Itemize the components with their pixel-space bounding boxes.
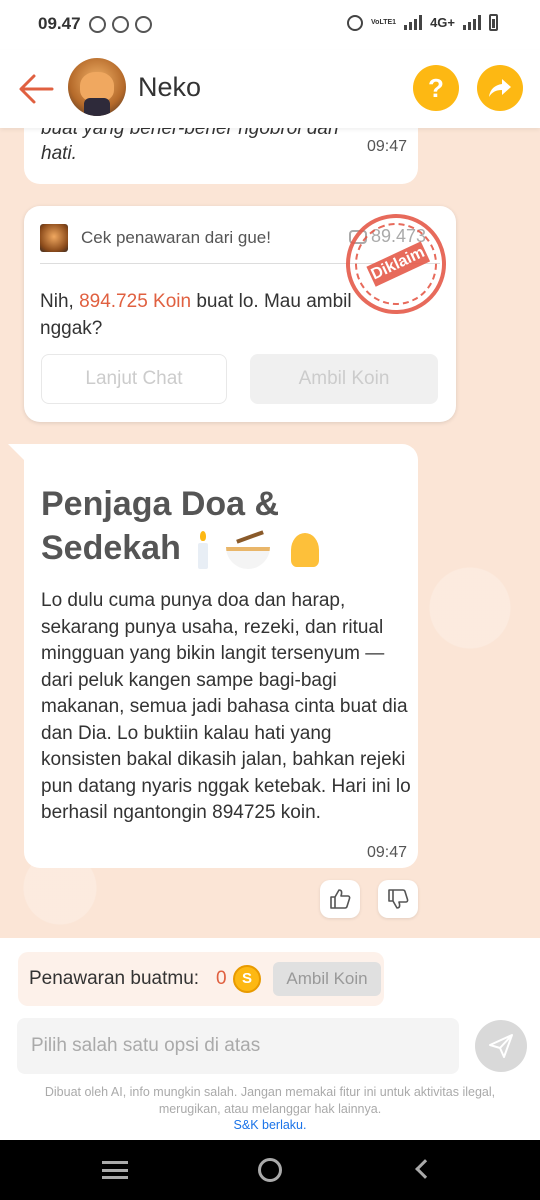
terms-link[interactable]: S&K berlaku.	[0, 1118, 540, 1132]
back-nav-icon[interactable]	[415, 1159, 435, 1179]
back-arrow-icon	[19, 74, 54, 104]
send-icon	[489, 1034, 513, 1058]
back-button[interactable]	[18, 72, 54, 106]
page-title: Neko	[138, 72, 202, 102]
chat-area[interactable]: buat yang bener-bener ngobrol dari hati.…	[0, 128, 540, 938]
praying-hands-icon	[285, 531, 325, 569]
offer-bar-count: 0	[216, 968, 227, 989]
status-bar: 09.47 VoLTE1 4G+	[0, 0, 540, 50]
whatsapp-icon	[89, 16, 106, 33]
message-title: Penjaga Doa & Sedekah	[41, 482, 381, 570]
thumbs-down-icon	[388, 889, 409, 909]
ai-disclaimer: Dibuat oleh AI, info mungkin salah. Jang…	[44, 1085, 496, 1116]
help-button[interactable]: ?	[413, 65, 459, 111]
offer-amount: 894.725 Koin	[79, 291, 192, 312]
offer-bar-take-button[interactable]: Ambil Koin	[273, 962, 381, 996]
signal-2-icon	[463, 15, 481, 30]
viber-icon	[135, 16, 152, 33]
thumbs-up-icon	[330, 889, 351, 909]
status-indicators: VoLTE1 4G+	[347, 14, 498, 31]
stamp-label: Diklaim	[366, 241, 431, 287]
send-button[interactable]	[475, 1020, 527, 1072]
battery-icon	[489, 14, 498, 31]
offer-title: Cek penawaran dari gue!	[81, 228, 271, 247]
system-navbar	[0, 1140, 540, 1200]
take-coin-button[interactable]: Ambil Koin	[250, 354, 438, 404]
candle-icon	[196, 531, 210, 570]
noodle-bowl-icon	[225, 535, 270, 570]
home-icon[interactable]	[258, 1158, 282, 1182]
message-text: Lo dulu cuma punya doa dan harap, sekara…	[41, 590, 411, 823]
continue-chat-button[interactable]: Lanjut Chat	[41, 354, 227, 404]
offer-bar: Penawaran buatmu: 0 S Ambil Koin	[18, 952, 384, 1006]
message-input[interactable]	[17, 1018, 459, 1074]
message-bubble: buat yang bener-bener ngobrol dari hati.…	[24, 128, 418, 184]
help-icon: ?	[428, 72, 444, 103]
whatsapp-business-icon	[112, 16, 129, 33]
share-icon	[489, 79, 511, 97]
message-bubble: Penjaga Doa & Sedekah Lo dulu cuma punya…	[24, 444, 418, 868]
chat-header: Neko ?	[0, 50, 540, 128]
status-time: 09.47	[38, 14, 81, 33]
message-time: 09:47	[366, 138, 407, 155]
volte-label: VoLTE1	[371, 18, 397, 26]
alarm-icon	[347, 14, 364, 31]
like-button[interactable]	[320, 880, 360, 918]
bottom-panel: Penawaran buatmu: 0 S Ambil Koin Dibuat …	[0, 938, 540, 1140]
offer-bar-label: Penawaran buatmu:	[29, 968, 200, 989]
notification-icons	[89, 16, 152, 33]
mini-avatar	[40, 224, 68, 252]
share-button[interactable]	[477, 65, 523, 111]
offer-body: Nih, 894.725 Koin buat lo. Mau ambil ngg…	[40, 291, 352, 339]
recent-apps-icon[interactable]	[102, 1161, 128, 1179]
avatar[interactable]	[68, 58, 126, 116]
dislike-button[interactable]	[378, 880, 418, 918]
message-time: 09:47	[366, 844, 407, 861]
signal-icon	[404, 15, 423, 30]
coin-icon: S	[233, 965, 261, 993]
offer-card: Cek penawaran dari gue! 89.473 Diklaim N…	[24, 197, 463, 422]
message-text: buat yang bener-bener ngobrol dari hati.	[41, 128, 339, 164]
network-label: 4G+	[430, 15, 455, 30]
